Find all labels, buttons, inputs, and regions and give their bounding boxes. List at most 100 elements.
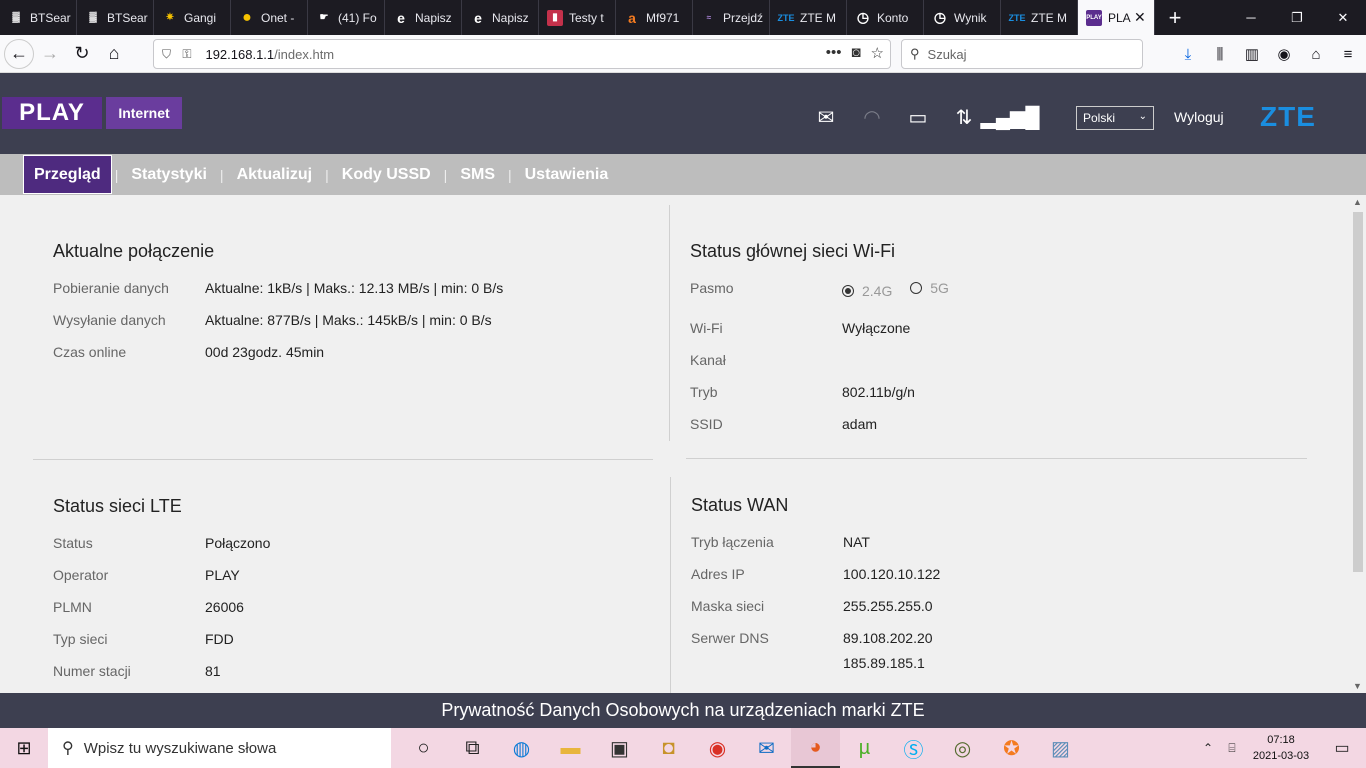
language-select[interactable]: Polski ⌄ [1076, 106, 1154, 130]
edge-icon[interactable]: ◍ [497, 728, 546, 768]
account-icon[interactable]: ◉ [1272, 39, 1296, 69]
play-logo: PLAY [2, 97, 102, 129]
menu-item-update[interactable]: Aktualizuj [227, 154, 323, 195]
browser-tab[interactable]: ▓ BTSear [77, 0, 154, 35]
forward-icon[interactable]: → [34, 39, 66, 69]
wifi-icon: ◠ [863, 106, 881, 129]
edge-icon: e [397, 9, 405, 26]
task-view-icon[interactable]: ⧉ [448, 728, 497, 768]
band-2-4g-radio[interactable]: 2.4G [842, 283, 892, 299]
notepad-icon[interactable]: ▨ [1036, 728, 1085, 768]
url-path: /index.htm [274, 46, 335, 62]
menu-item-statistics[interactable]: Statystyki [121, 154, 217, 195]
browser-tab[interactable]: ≈ Przejdź [693, 0, 770, 35]
wifi-title: Status głównej sieci Wi-Fi [690, 241, 896, 261]
back-icon[interactable]: ← [4, 38, 34, 69]
divider [669, 205, 670, 441]
band-5g-radio[interactable]: 5G [910, 280, 949, 296]
network-icon[interactable]: ⌸ [1220, 741, 1244, 756]
restore-icon[interactable]: ❐ [1274, 0, 1320, 35]
mail-icon[interactable]: ✉ [812, 103, 840, 131]
app-globe-icon[interactable]: ◎ [938, 728, 987, 768]
browser-search-input[interactable]: ⚲ Szukaj [901, 39, 1143, 69]
menu-item-sms[interactable]: SMS [450, 154, 505, 195]
browser-tab-active[interactable]: PLAY PLA ✕ [1078, 0, 1155, 35]
clock[interactable]: 07:18 2021-03-03 [1244, 732, 1318, 764]
browser-tab[interactable]: ▮ Testy t [539, 0, 616, 35]
play-icon: PLAY [1086, 9, 1102, 26]
menu-separator: | [507, 166, 512, 183]
browser-tab[interactable]: ▓ BTSear [0, 0, 77, 35]
browser-tab[interactable]: e Napisz [385, 0, 462, 35]
pocket-icon[interactable]: ◙ [851, 44, 860, 62]
menu-item-overview[interactable]: Przegląd [23, 155, 112, 194]
info-row: Pasmo 2.4G 5G [690, 280, 949, 299]
shield-lock-icon[interactable]: ⛉ ⚿ [162, 47, 195, 62]
browser-tab[interactable]: ✷ Gangi [154, 0, 231, 35]
page-actions-icon[interactable]: ••• [826, 44, 842, 62]
page-scrollbar[interactable]: ▲ ▼ [1350, 195, 1366, 693]
browser-tab[interactable]: ZTE ZTE M [1001, 0, 1078, 35]
sidebar-icon[interactable]: ▥ [1240, 39, 1264, 69]
edge-icon: e [474, 9, 482, 26]
scrollbar-thumb[interactable] [1353, 212, 1363, 572]
file-explorer-icon[interactable]: ▬ [546, 728, 595, 768]
cortana-icon[interactable]: ○ [399, 728, 448, 768]
scroll-down-icon[interactable]: ▼ [1353, 681, 1362, 691]
skype-icon[interactable]: Ⓢ [889, 728, 938, 768]
lte-panel: Status sieci LTE Status Połączono Operato… [53, 496, 653, 695]
taskbar-search-input[interactable]: ⚲ Wpisz tu wyszukiwane słowa [48, 728, 391, 768]
firefox-icon[interactable]: ◕ [791, 728, 840, 768]
reload-icon[interactable]: ↻ [66, 39, 98, 69]
scroll-up-icon[interactable]: ▲ [1353, 197, 1362, 207]
overview-content: Aktualne połączenie Pobieranie danych Akt… [0, 195, 1350, 728]
home-icon[interactable]: ⌂ [98, 39, 130, 69]
utorrent-icon[interactable]: µ [840, 728, 889, 768]
menu-item-settings[interactable]: Ustawienia [515, 154, 619, 195]
chevron-down-icon: ⌄ [1138, 111, 1147, 122]
zte-logo: ZTE [1260, 101, 1316, 132]
browser-tab[interactable]: ◷ Wynik [924, 0, 1001, 35]
minimize-icon[interactable]: ─ [1228, 0, 1274, 35]
main-menu: Przegląd | Statystyki | Aktualizuj | Kod… [0, 154, 1366, 195]
info-row: 185.89.185.1 [843, 655, 925, 671]
menu-icon[interactable]: ≡ [1336, 39, 1360, 69]
bookmark-star-icon[interactable]: ☆ [871, 44, 884, 62]
close-tab-icon[interactable]: ✕ [1134, 9, 1150, 26]
logout-link[interactable]: Wyloguj [1174, 109, 1224, 125]
browser-tab[interactable]: ● Onet - [231, 0, 308, 35]
library-icon[interactable]: ⫼ [1208, 39, 1232, 69]
notifications-icon[interactable]: ▭ [1318, 738, 1366, 758]
a-icon: a [628, 9, 636, 26]
divider [33, 459, 653, 460]
circle-icon: ● [242, 8, 252, 26]
chrome-icon[interactable]: ◉ [693, 728, 742, 768]
close-window-icon[interactable]: ✕ [1320, 0, 1366, 35]
browser-tab[interactable]: e Napisz [462, 0, 539, 35]
windows-start-icon[interactable]: ⊞ [0, 728, 48, 768]
avast-icon[interactable]: ✪ [987, 728, 1036, 768]
store-icon[interactable]: ▣ [595, 728, 644, 768]
extension-icon[interactable]: ⌂ [1304, 39, 1328, 69]
star-icon: ✷ [165, 12, 175, 23]
wan-panel: Status WAN Tryb łączenia NAT Adres IP 100.… [691, 495, 1291, 687]
download-icon[interactable]: ⤓ [1176, 39, 1200, 69]
menu-item-ussd[interactable]: Kody USSD [332, 154, 441, 195]
sim-card-icon: ▭ [908, 106, 928, 129]
url-bar[interactable]: ⛉ ⚿ 192.168.1.1/index.htm ••• ◙ ☆ [153, 39, 891, 69]
new-tab-button[interactable]: + [1155, 0, 1195, 35]
chevron-up-icon[interactable]: ⌃ [1196, 741, 1220, 755]
app-icon[interactable]: ◘ [644, 728, 693, 768]
browser-tab[interactable]: ☛ (41) Fo [308, 0, 385, 35]
search-icon: ⚲ [910, 46, 920, 61]
mail-icon[interactable]: ✉ [742, 728, 791, 768]
wifi-panel: Status głównej sieci Wi-Fi Pasmo 2.4G 5G… [690, 241, 1290, 448]
privacy-footer-link[interactable]: Prywatność Danych Osobowych na urządzeni… [0, 693, 1366, 728]
browser-tab-strip: ▓ BTSear ▓ BTSear ✷ Gangi ● Onet - ☛ (41) Fo … [0, 0, 1366, 35]
lte-title: Status sieci LTE [53, 496, 182, 516]
browser-tab[interactable]: ◷ Konto [847, 0, 924, 35]
hand-icon: ☛ [319, 12, 329, 23]
browser-tab[interactable]: ZTE ZTE M [770, 0, 847, 35]
system-tray: ⌃ ⌸ 07:18 2021-03-03 ▭ [1196, 728, 1366, 768]
browser-tab[interactable]: a Mf971 [616, 0, 693, 35]
